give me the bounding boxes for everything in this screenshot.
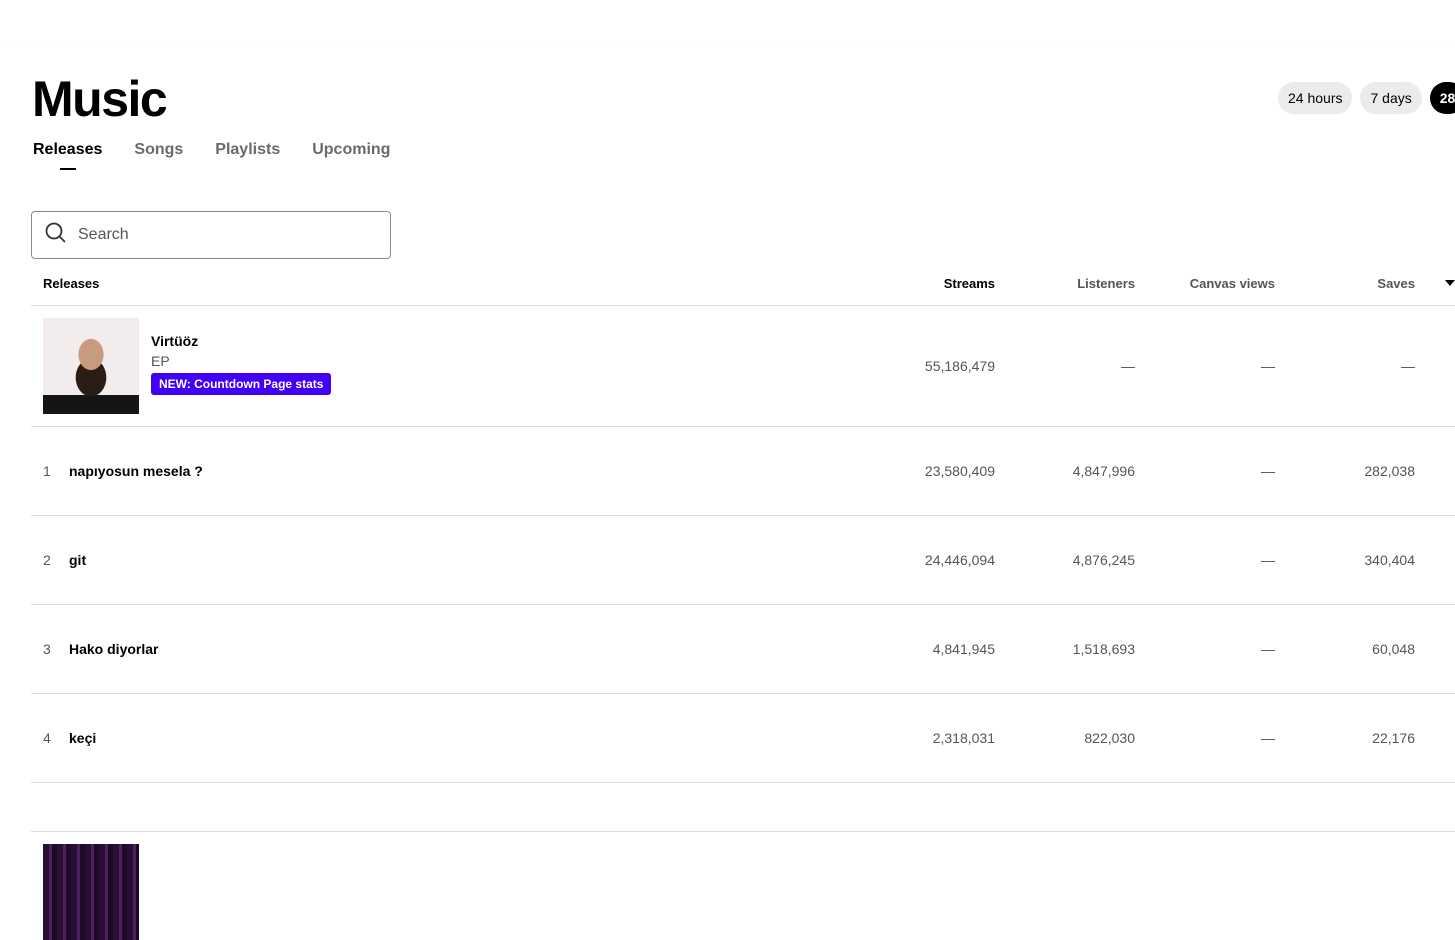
- track-streams: 24,446,094: [924, 552, 995, 568]
- track-saves: 60,048: [1372, 641, 1415, 657]
- track-row[interactable]: 4 keçi 2,318,031 822,030 — 22,176: [31, 694, 1455, 783]
- track-canvas-views: —: [1261, 730, 1275, 746]
- top-bar: [0, 0, 1455, 44]
- track-saves: 282,038: [1364, 463, 1415, 479]
- track-streams: 2,318,031: [932, 730, 995, 746]
- track-index: 4: [43, 730, 51, 746]
- range-24-hours-button[interactable]: 24 hours: [1278, 82, 1353, 114]
- tab-upcoming[interactable]: Upcoming: [312, 141, 390, 159]
- track-row[interactable]: 2 git 24,446,094 4,876,245 — 340,404: [31, 516, 1455, 605]
- search-box: [31, 211, 391, 259]
- track-streams: 4,841,945: [932, 641, 995, 657]
- track-title[interactable]: napıyosun mesela ?: [69, 463, 203, 479]
- track-canvas-views: —: [1261, 552, 1275, 568]
- sort-dropdown-icon[interactable]: [1445, 280, 1455, 286]
- time-range-selector: 24 hours 7 days 28: [1278, 82, 1455, 114]
- release-cover-image: [43, 318, 139, 414]
- track-listeners: 4,847,996: [1072, 463, 1135, 479]
- release-canvas-views: —: [1261, 358, 1275, 374]
- range-28-days-button[interactable]: 28: [1429, 82, 1455, 114]
- track-saves: 22,176: [1372, 730, 1415, 746]
- tab-songs[interactable]: Songs: [134, 141, 183, 159]
- release-row[interactable]: Virtüöz EP NEW: Countdown Page stats 55,…: [31, 306, 1455, 427]
- release-cover-image: [43, 844, 139, 940]
- header-listeners[interactable]: Listeners: [1005, 276, 1135, 291]
- header-streams[interactable]: Streams: [865, 276, 995, 291]
- track-index: 1: [43, 463, 51, 479]
- track-title[interactable]: Hako diyorlar: [69, 641, 158, 657]
- release-title: Virtüöz: [151, 333, 199, 349]
- release-row[interactable]: [31, 832, 1455, 940]
- track-canvas-views: —: [1261, 641, 1275, 657]
- tab-bar: Releases Songs Playlists Upcoming: [33, 141, 390, 159]
- spacer-row: [31, 783, 1455, 832]
- countdown-stats-badge[interactable]: NEW: Countdown Page stats: [151, 373, 332, 395]
- header-releases: Releases: [43, 276, 100, 291]
- track-streams: 23,580,409: [924, 463, 995, 479]
- track-listeners: 4,876,245: [1072, 552, 1135, 568]
- header-saves[interactable]: Saves: [1285, 276, 1415, 291]
- track-row[interactable]: 3 Hako diyorlar 4,841,945 1,518,693 — 60…: [31, 605, 1455, 694]
- track-listeners: 1,518,693: [1072, 641, 1135, 657]
- track-saves: 340,404: [1364, 552, 1415, 568]
- search-input[interactable]: [78, 226, 358, 244]
- track-index: 3: [43, 641, 51, 657]
- track-index: 2: [43, 552, 51, 568]
- range-7-days-button[interactable]: 7 days: [1360, 82, 1422, 114]
- release-saves: —: [1401, 358, 1415, 374]
- track-title[interactable]: keçi: [69, 730, 96, 746]
- track-row[interactable]: 1 napıyosun mesela ? 23,580,409 4,847,99…: [31, 427, 1455, 516]
- table-header: Releases Streams Listeners Canvas views …: [31, 262, 1455, 306]
- release-listeners: —: [1121, 358, 1135, 374]
- page-title: Music: [32, 71, 168, 127]
- release-info: Virtüöz EP NEW: Countdown Page stats: [151, 333, 332, 395]
- search-icon: [44, 221, 68, 250]
- track-listeners: 822,030: [1084, 730, 1135, 746]
- header-canvas-views[interactable]: Canvas views: [1145, 276, 1275, 291]
- release-streams: 55,186,479: [924, 358, 995, 374]
- track-canvas-views: —: [1261, 463, 1275, 479]
- tab-releases[interactable]: Releases: [33, 141, 102, 159]
- track-title[interactable]: git: [69, 552, 86, 568]
- release-type: EP: [151, 353, 170, 369]
- tab-playlists[interactable]: Playlists: [215, 141, 280, 159]
